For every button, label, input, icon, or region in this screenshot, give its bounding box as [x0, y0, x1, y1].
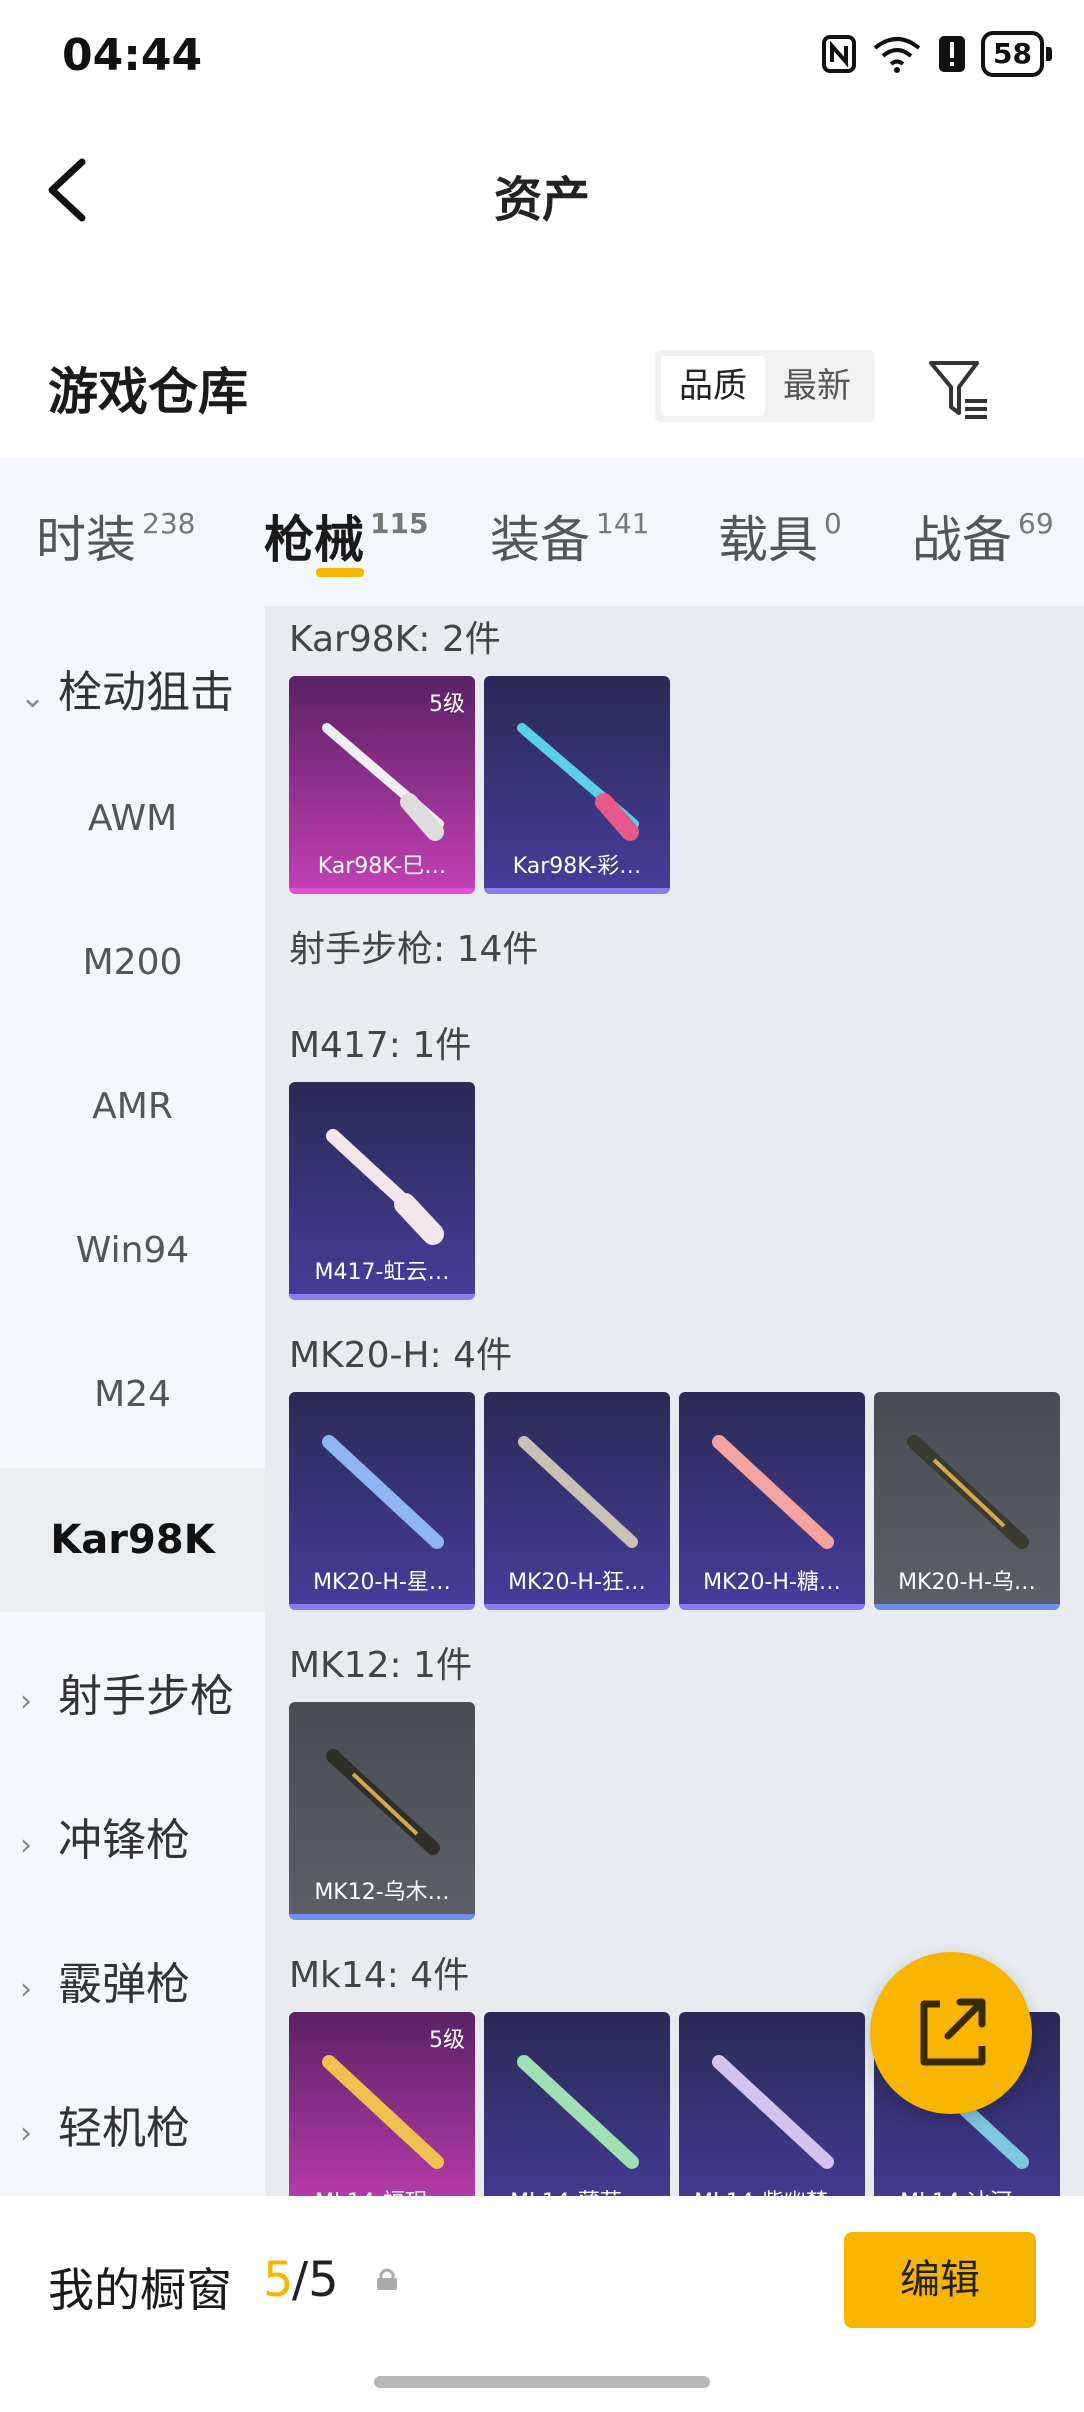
weapon-card[interactable]: 5级 Kar98K-巳…	[289, 676, 475, 894]
nfc-icon	[822, 35, 857, 73]
group-label-mk20h: MK20-H: 4件	[289, 1335, 513, 1376]
battery-icon: 58	[981, 31, 1052, 77]
page-title: 资产	[493, 172, 590, 228]
rifle-icon	[326, 1749, 440, 1855]
alert-icon	[939, 36, 966, 72]
sidebar-group-marksman[interactable]: › 射手步枪	[20, 1660, 234, 1724]
weapon-card[interactable]: MK20-H-糖…	[679, 1392, 865, 1610]
sidebar-group-smg[interactable]: › 冲锋枪	[20, 1804, 190, 1868]
rifle-icon	[907, 1435, 1029, 1549]
weapon-name: MK20-H-狂…	[508, 1570, 646, 1595]
rifle-icon	[326, 1129, 444, 1245]
sidebar-item-m200[interactable]: M200	[0, 942, 265, 983]
rifle-icon	[322, 2055, 444, 2169]
sidebar-group-lmg[interactable]: › 轻机枪	[20, 2092, 190, 2156]
active-tab-indicator	[316, 568, 364, 577]
wifi-icon	[873, 37, 921, 73]
weapon-card[interactable]: 5级 Mk14-福玥…	[289, 2012, 475, 2196]
weapon-card[interactable]: Kar98K-彩…	[484, 676, 670, 894]
weapon-card[interactable]: M417-虹云…	[289, 1082, 475, 1300]
tab-vehicles[interactable]: 载具 0	[718, 500, 842, 572]
chevron-down-icon: ⌄	[20, 680, 46, 715]
status-icons: 58	[821, 28, 1052, 80]
sort-toggle: 品质 最新	[655, 350, 875, 422]
weapon-card[interactable]: Mk14-薄荷…	[484, 2012, 670, 2196]
tab-supplies[interactable]: 战备 69	[912, 500, 1054, 572]
share-icon	[920, 1998, 986, 2066]
group-label-mk14: Mk14: 4件	[289, 1955, 470, 1996]
weapon-card[interactable]: MK20-H-乌…	[874, 1392, 1060, 1610]
group-label-marksman: 射手步枪: 14件	[289, 929, 539, 970]
rifle-icon	[712, 1435, 834, 1549]
chevron-right-icon: ›	[20, 1684, 32, 1719]
chevron-right-icon: ›	[20, 1972, 32, 2007]
group-label-m417: M417: 1件	[289, 1025, 472, 1066]
weapon-name: MK20-H-乌…	[898, 1570, 1036, 1595]
sidebar-item-awm[interactable]: AWM	[0, 798, 265, 839]
weapon-name: Mk14-冰河…	[874, 2184, 1060, 2196]
tab-fashion[interactable]: 时装 238	[36, 500, 195, 572]
weapon-name: MK20-H-糖…	[703, 1570, 841, 1595]
chevron-right-icon: ›	[20, 1828, 32, 1863]
rifle-icon	[517, 2055, 639, 2169]
sidebar-item-amr[interactable]: AMR	[0, 1086, 265, 1127]
weapon-card[interactable]: Mk14-紫幽梦…	[679, 2012, 865, 2196]
rifle-icon	[712, 2055, 834, 2169]
rifle-icon	[322, 1435, 444, 1549]
sidebar-group-bolt-action[interactable]: ⌄ 栓动狙击	[20, 656, 234, 720]
weapon-card[interactable]: MK20-H-星…	[289, 1392, 475, 1610]
share-fab-button[interactable]	[870, 1952, 1032, 2114]
weapon-name: Mk14-福玥…	[289, 2184, 475, 2196]
weapon-category-sidebar: ⌄ 栓动狙击 AWM M200 AMR Win94 M24 Kar98K › 射手步…	[0, 606, 265, 2196]
rifle-icon	[322, 723, 444, 841]
group-label-mk12: MK12: 1件	[289, 1645, 472, 1686]
category-tabs: 时装 238 枪械 115 装备 141 载具 0 战备 69	[0, 458, 1084, 606]
weapon-name: MK12-乌木…	[314, 1880, 450, 1905]
lock-icon	[377, 2268, 397, 2290]
sidebar-item-m24[interactable]: M24	[0, 1374, 265, 1415]
sidebar-item-win94[interactable]: Win94	[0, 1230, 265, 1271]
weapon-card[interactable]: MK20-H-狂…	[484, 1392, 670, 1610]
sort-newest-button[interactable]: 最新	[765, 356, 869, 416]
sort-quality-button[interactable]: 品质	[661, 356, 765, 416]
weapon-name: MK20-H-星…	[313, 1570, 451, 1595]
chevron-right-icon: ›	[20, 2116, 32, 2151]
sidebar-item-kar98k[interactable]: Kar98K	[0, 1468, 265, 1612]
edit-button[interactable]: 编辑	[844, 2232, 1036, 2328]
showcase-count-total: /5	[292, 2252, 339, 2308]
showcase-label: 我的橱窗	[48, 2263, 232, 2317]
rifle-icon	[517, 723, 639, 841]
status-bar: 04:44 58	[0, 0, 1084, 110]
sidebar-group-shotgun[interactable]: › 霰弹枪	[20, 1948, 190, 2012]
group-label-kar98k: Kar98K: 2件	[289, 619, 501, 660]
tab-weapons[interactable]: 枪械 115	[264, 500, 428, 572]
home-indicator[interactable]	[374, 2376, 710, 2388]
rifle-icon	[518, 1436, 638, 1548]
weapon-name: Kar98K-彩…	[512, 854, 642, 879]
weapon-name: Mk14-薄荷…	[484, 2184, 670, 2196]
weapon-name: Kar98K-巳…	[317, 854, 447, 879]
weapon-name: M417-虹云…	[314, 1260, 450, 1285]
weapon-name: Mk14-紫幽梦…	[679, 2184, 865, 2196]
showcase-bar: 我的橱窗 5 /5 编辑	[0, 2196, 1084, 2412]
section-title: 游戏仓库	[48, 363, 248, 421]
status-time: 04:44	[62, 30, 203, 81]
weapon-card[interactable]: MK12-乌木…	[289, 1702, 475, 1920]
filter-icon[interactable]	[925, 355, 995, 425]
tab-equipment[interactable]: 装备 141	[490, 500, 649, 572]
showcase-count-current: 5	[263, 2252, 294, 2308]
